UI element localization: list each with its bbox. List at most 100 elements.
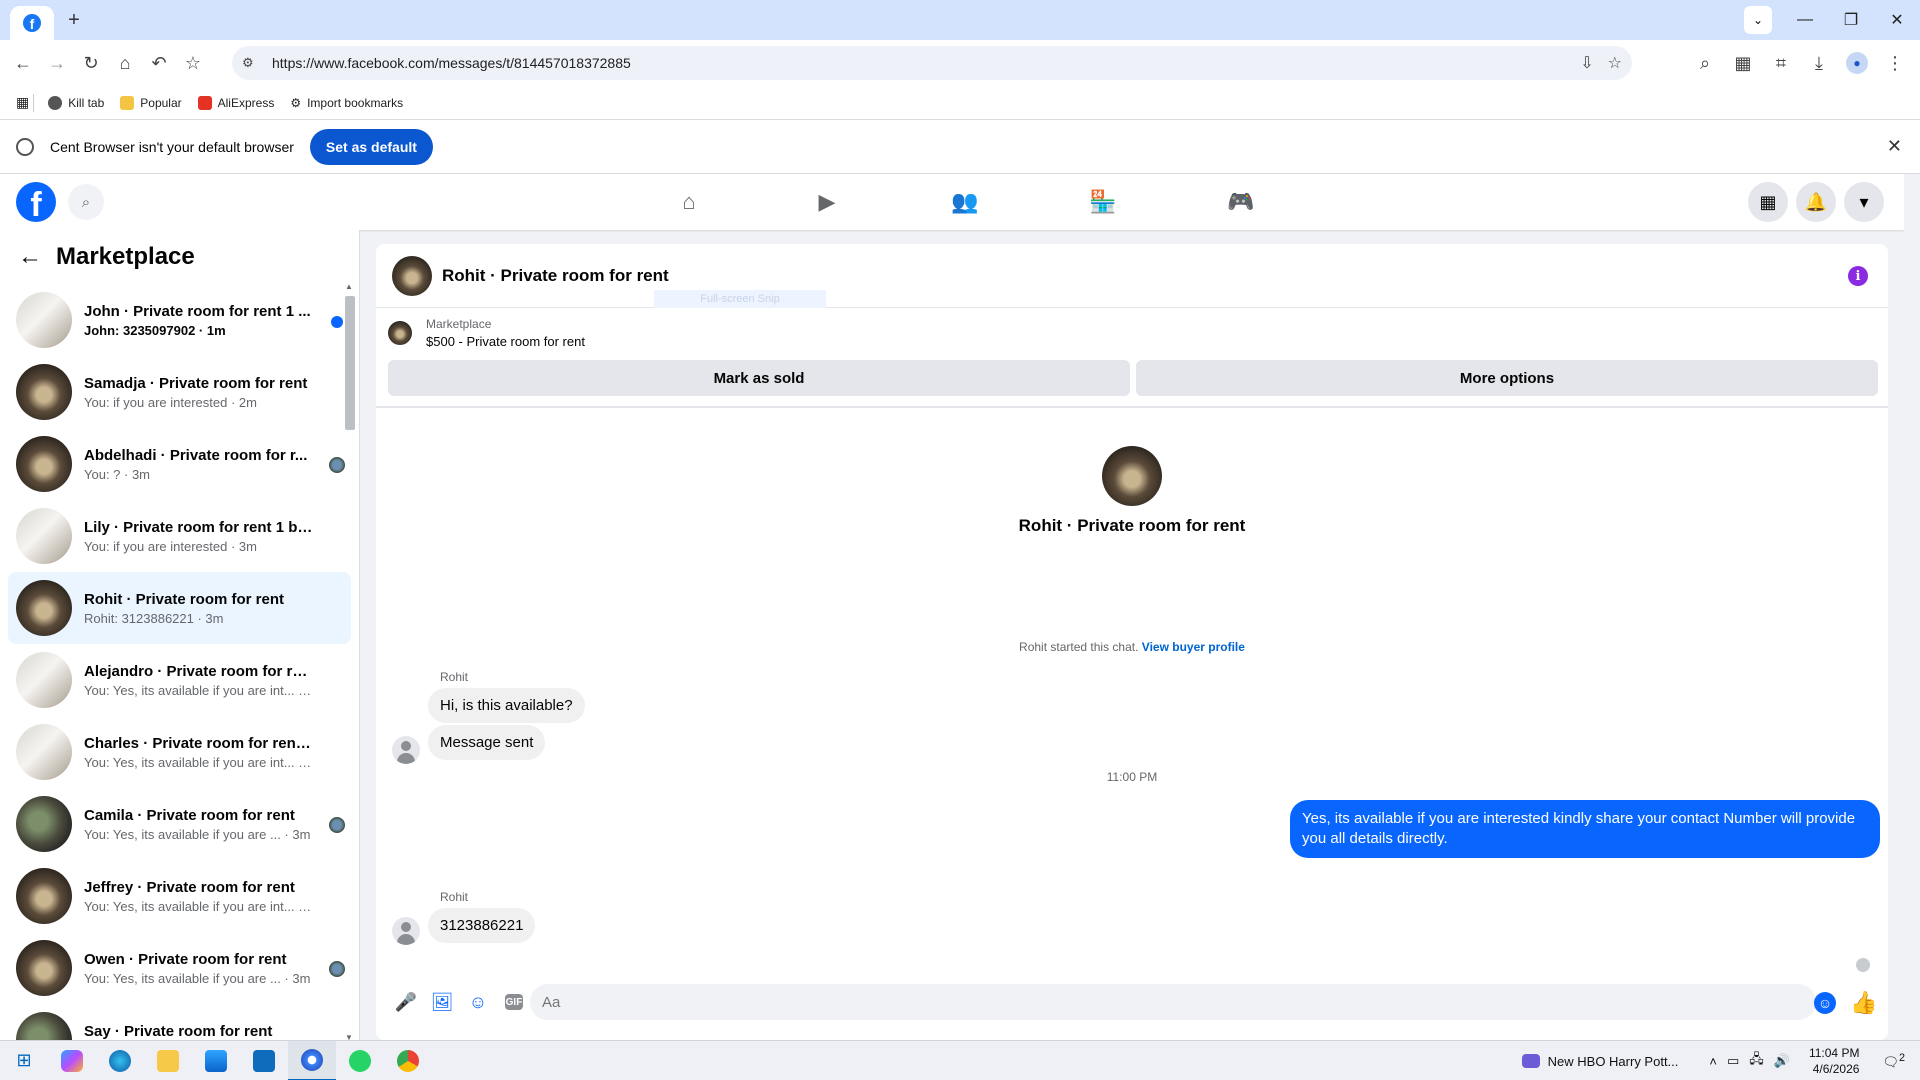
nav-friends-icon[interactable]: 👥 bbox=[896, 174, 1034, 230]
conversation-scrollbar[interactable]: ▲ ▼ bbox=[343, 282, 355, 1040]
conversation-item[interactable]: Jeffrey · Private room for rent You: Yes,… bbox=[8, 860, 351, 932]
store-icon[interactable] bbox=[192, 1041, 240, 1080]
scroll-down-icon[interactable]: ▼ bbox=[345, 1033, 353, 1040]
back-icon[interactable]: ← bbox=[6, 46, 40, 80]
media-notification[interactable]: New HBO Harry Pott... bbox=[1521, 1054, 1678, 1069]
qr-icon[interactable]: ▦ bbox=[1726, 46, 1760, 80]
crop-icon[interactable]: ⌗ bbox=[1764, 46, 1798, 80]
browser-tab-facebook[interactable]: f bbox=[10, 6, 54, 40]
conversation-name: Samadja · Private room for rent bbox=[84, 374, 308, 392]
bookmark-import[interactable]: ⚙ Import bookmarks bbox=[290, 96, 403, 110]
message-bubble-incoming[interactable]: Hi, is this available? bbox=[428, 688, 585, 723]
chat-title[interactable]: Rohit · Private room for rent bbox=[442, 266, 669, 286]
conversation-item[interactable]: John · Private room for rent 1 ... John: … bbox=[8, 284, 351, 356]
volume-icon[interactable]: 🔊 bbox=[1774, 1053, 1790, 1069]
more-options-button[interactable]: More options bbox=[1136, 360, 1878, 396]
intro-avatar[interactable] bbox=[1102, 446, 1162, 506]
notification-center-icon[interactable]: 🗨2 bbox=[1882, 1052, 1905, 1070]
bookmark-aliexpress[interactable]: AliExpress bbox=[197, 95, 274, 110]
cent-browser-icon[interactable] bbox=[288, 1040, 336, 1080]
bookmark-kill-tab[interactable]: Kill tab bbox=[48, 95, 104, 110]
conversation-thumbnail bbox=[16, 292, 72, 348]
address-bar[interactable]: ⚙ https://www.facebook.com/messages/t/81… bbox=[232, 46, 1632, 80]
browser-tab-bar: f + ⌄ — ❐ ✕ bbox=[0, 0, 1920, 40]
close-window-icon[interactable]: ✕ bbox=[1874, 0, 1920, 40]
conversation-name: Lily · Private room for rent 1 bed... bbox=[84, 518, 314, 536]
edge-icon[interactable] bbox=[96, 1041, 144, 1080]
thumbs-up-icon[interactable]: 👍 bbox=[1848, 987, 1880, 1019]
notifications-bell-icon[interactable]: 🔔 bbox=[1796, 182, 1836, 222]
nav-gaming-icon[interactable]: 🎮 bbox=[1172, 174, 1310, 230]
bookmarks-bar: ▦ Kill tab Popular AliExpress ⚙ Import bo… bbox=[0, 86, 1920, 120]
scroll-up-icon[interactable]: ▲ bbox=[345, 282, 353, 291]
forward-icon[interactable]: → bbox=[40, 46, 74, 80]
microphone-icon[interactable]: 🎤 bbox=[388, 984, 424, 1020]
account-chevron-icon[interactable]: ▾ bbox=[1844, 182, 1884, 222]
set-default-button[interactable]: Set as default bbox=[309, 128, 433, 165]
outlook-icon[interactable] bbox=[240, 1041, 288, 1080]
sticker-icon[interactable]: ☺ bbox=[460, 984, 496, 1020]
conversation-item[interactable]: Camila · Private room for rent You: Yes, … bbox=[8, 788, 351, 860]
message-bubble-incoming[interactable]: Message sent bbox=[428, 725, 546, 760]
chrome-icon[interactable] bbox=[384, 1041, 432, 1080]
emoji-icon[interactable]: ☺ bbox=[1814, 992, 1836, 1014]
view-buyer-profile-link[interactable]: View buyer profile bbox=[1142, 640, 1245, 654]
facebook-logo-icon[interactable]: f bbox=[16, 182, 56, 222]
nav-home-icon[interactable]: ⌂ bbox=[620, 174, 758, 230]
conversation-item[interactable]: Alejandro · Private room for ren... You: … bbox=[8, 644, 351, 716]
back-arrow-icon[interactable]: ← bbox=[18, 243, 42, 271]
bookmark-popular[interactable]: Popular bbox=[120, 95, 182, 110]
message-input[interactable] bbox=[530, 984, 1816, 1020]
page-scrollbar[interactable] bbox=[1904, 174, 1920, 1040]
facebook-search-icon[interactable]: ⌕ bbox=[68, 184, 104, 220]
info-icon[interactable]: i bbox=[1848, 266, 1868, 286]
home-icon[interactable]: ⌂ bbox=[108, 46, 142, 80]
listing-summary[interactable]: Marketplace $500 - Private room for rent bbox=[376, 308, 1888, 358]
network-icon[interactable]: 🖧 bbox=[1749, 1050, 1764, 1072]
nav-marketplace-icon[interactable]: 🏪 bbox=[1034, 174, 1172, 230]
bookmark-star-icon[interactable]: ☆ bbox=[176, 46, 210, 80]
gif-icon[interactable]: GIF bbox=[496, 984, 532, 1020]
message-bubble-incoming[interactable]: 3123886221 bbox=[428, 908, 536, 943]
tray-chevron-icon[interactable]: ˄ bbox=[1709, 1054, 1717, 1069]
install-app-icon[interactable]: ⇩ bbox=[1580, 53, 1593, 73]
search-icon[interactable]: ⌕ bbox=[1688, 46, 1722, 80]
close-infobar-icon[interactable]: ✕ bbox=[1887, 136, 1902, 157]
clock[interactable]: 11:04 PM 4/6/2026 bbox=[1809, 1045, 1859, 1077]
undo-close-icon[interactable]: ↶ bbox=[142, 46, 176, 80]
tab-search-icon[interactable]: ⌄ bbox=[1744, 6, 1772, 34]
conversation-item[interactable]: Say · Private room for rentYou: Yes, its… bbox=[8, 1004, 351, 1040]
sender-avatar[interactable] bbox=[392, 736, 420, 764]
listing-thumbnail bbox=[388, 321, 412, 345]
star-icon[interactable]: ☆ bbox=[1608, 53, 1622, 73]
minimize-icon[interactable]: — bbox=[1782, 0, 1828, 40]
menu-kebab-icon[interactable]: ⋮ bbox=[1878, 46, 1912, 80]
apps-grid-icon[interactable]: ▦ bbox=[16, 94, 29, 111]
message-bubble-outgoing[interactable]: Yes, its available if you are interested… bbox=[1290, 800, 1880, 858]
camera-icon[interactable]: ▭ bbox=[1727, 1053, 1739, 1069]
new-tab-icon[interactable]: + bbox=[62, 8, 86, 32]
mark-as-sold-button[interactable]: Mark as sold bbox=[388, 360, 1130, 396]
sender-avatar[interactable] bbox=[392, 917, 420, 945]
file-explorer-icon[interactable] bbox=[144, 1041, 192, 1080]
conversation-preview: Rohit: 3123886221 · 3m bbox=[84, 610, 224, 626]
conversation-item[interactable]: Abdelhadi · Private room for r... You: ? … bbox=[8, 428, 351, 500]
conversation-item[interactable]: Rohit · Private room for rent Rohit: 3123… bbox=[8, 572, 351, 644]
whatsapp-icon[interactable] bbox=[336, 1041, 384, 1080]
chat-avatar[interactable] bbox=[392, 255, 432, 296]
site-settings-icon[interactable]: ⚙ bbox=[242, 55, 262, 71]
listing-price: $500 - Private room for rent bbox=[426, 334, 585, 349]
photo-icon[interactable]: 🖼 bbox=[424, 984, 460, 1020]
copilot-icon[interactable] bbox=[48, 1041, 96, 1080]
download-icon[interactable]: ⤓ bbox=[1802, 46, 1836, 80]
conversation-item[interactable]: Charles · Private room for rent 1... You:… bbox=[8, 716, 351, 788]
windows-start-icon[interactable]: ⊞ bbox=[0, 1041, 48, 1080]
nav-video-icon[interactable]: ▶ bbox=[758, 174, 896, 230]
conversation-item[interactable]: Samadja · Private room for rent You: if y… bbox=[8, 356, 351, 428]
profile-icon[interactable]: ● bbox=[1840, 46, 1874, 80]
menu-grid-icon[interactable]: ▦ bbox=[1748, 182, 1788, 222]
conversation-item[interactable]: Owen · Private room for rent You: Yes, it… bbox=[8, 932, 351, 1004]
conversation-item[interactable]: Lily · Private room for rent 1 bed... You… bbox=[8, 500, 351, 572]
reload-icon[interactable]: ↻ bbox=[74, 46, 108, 80]
restore-icon[interactable]: ❐ bbox=[1828, 0, 1874, 40]
